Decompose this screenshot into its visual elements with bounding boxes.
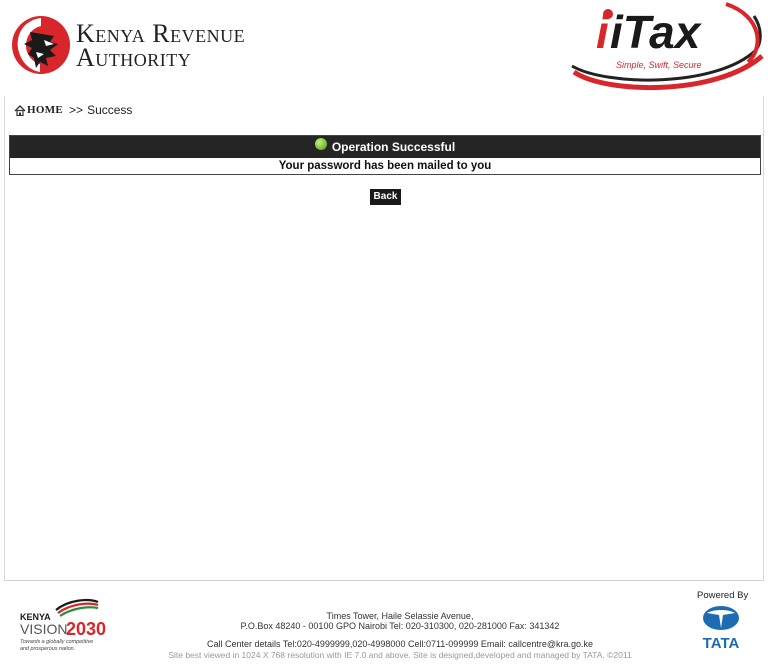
breadcrumb-home-link[interactable]: HOME [27,104,63,116]
header: Kenya Revenue Authority i iTax Simple, S… [0,0,768,96]
back-button[interactable]: Back [370,189,401,205]
footer-site-note: Site best viewed in 1024 X 768 resolutio… [168,650,632,660]
footer-callcenter: Call Center details Tel:020-4999999,020-… [206,639,594,649]
message-box: Operation Successful Your password has b… [9,135,761,175]
footer-address-1: Times Tower, Haile Selassie Avenue, [326,611,474,621]
tata-logo: TATA [703,606,740,652]
vision-word: VISION [20,621,67,637]
org-name-line2: Authority [76,43,192,72]
success-check-icon [314,138,327,150]
vision-tagline-2: and prosperous nation. [20,646,75,652]
kenya-vision-2030-logo: KENYA VISION 2030 Towards a globally com… [20,599,106,652]
page-frame [4,0,764,663]
tata-text: TATA [703,635,740,652]
home-icon[interactable] [14,104,26,116]
itax-i: i [596,6,610,58]
message-body: Your password has been mailed to you [278,160,492,172]
kra-name: Kenya Revenue Authority [76,21,245,72]
vision-tagline-1: Towards a globally competitive [20,639,93,645]
kra-lion-logo-icon [12,16,70,74]
vision-year: 2030 [66,619,106,639]
message-title-bar: Operation Successful [10,136,760,158]
itax-logo: i iTax Simple, Swift, Secure [571,2,764,90]
breadcrumb-separator: >> [69,103,84,117]
itax-tagline: Simple, Swift, Secure [616,60,702,70]
itax-logo-text: iTax [610,6,703,58]
message-title: Operation Successful [331,140,456,154]
breadcrumb-current: Success [87,103,133,117]
powered-by-label: Powered By [697,590,749,601]
footer-address-2: P.O.Box 48240 - 00100 GPO Nairobi Tel: 0… [240,621,560,631]
breadcrumb: HOME >> Success [14,103,132,117]
